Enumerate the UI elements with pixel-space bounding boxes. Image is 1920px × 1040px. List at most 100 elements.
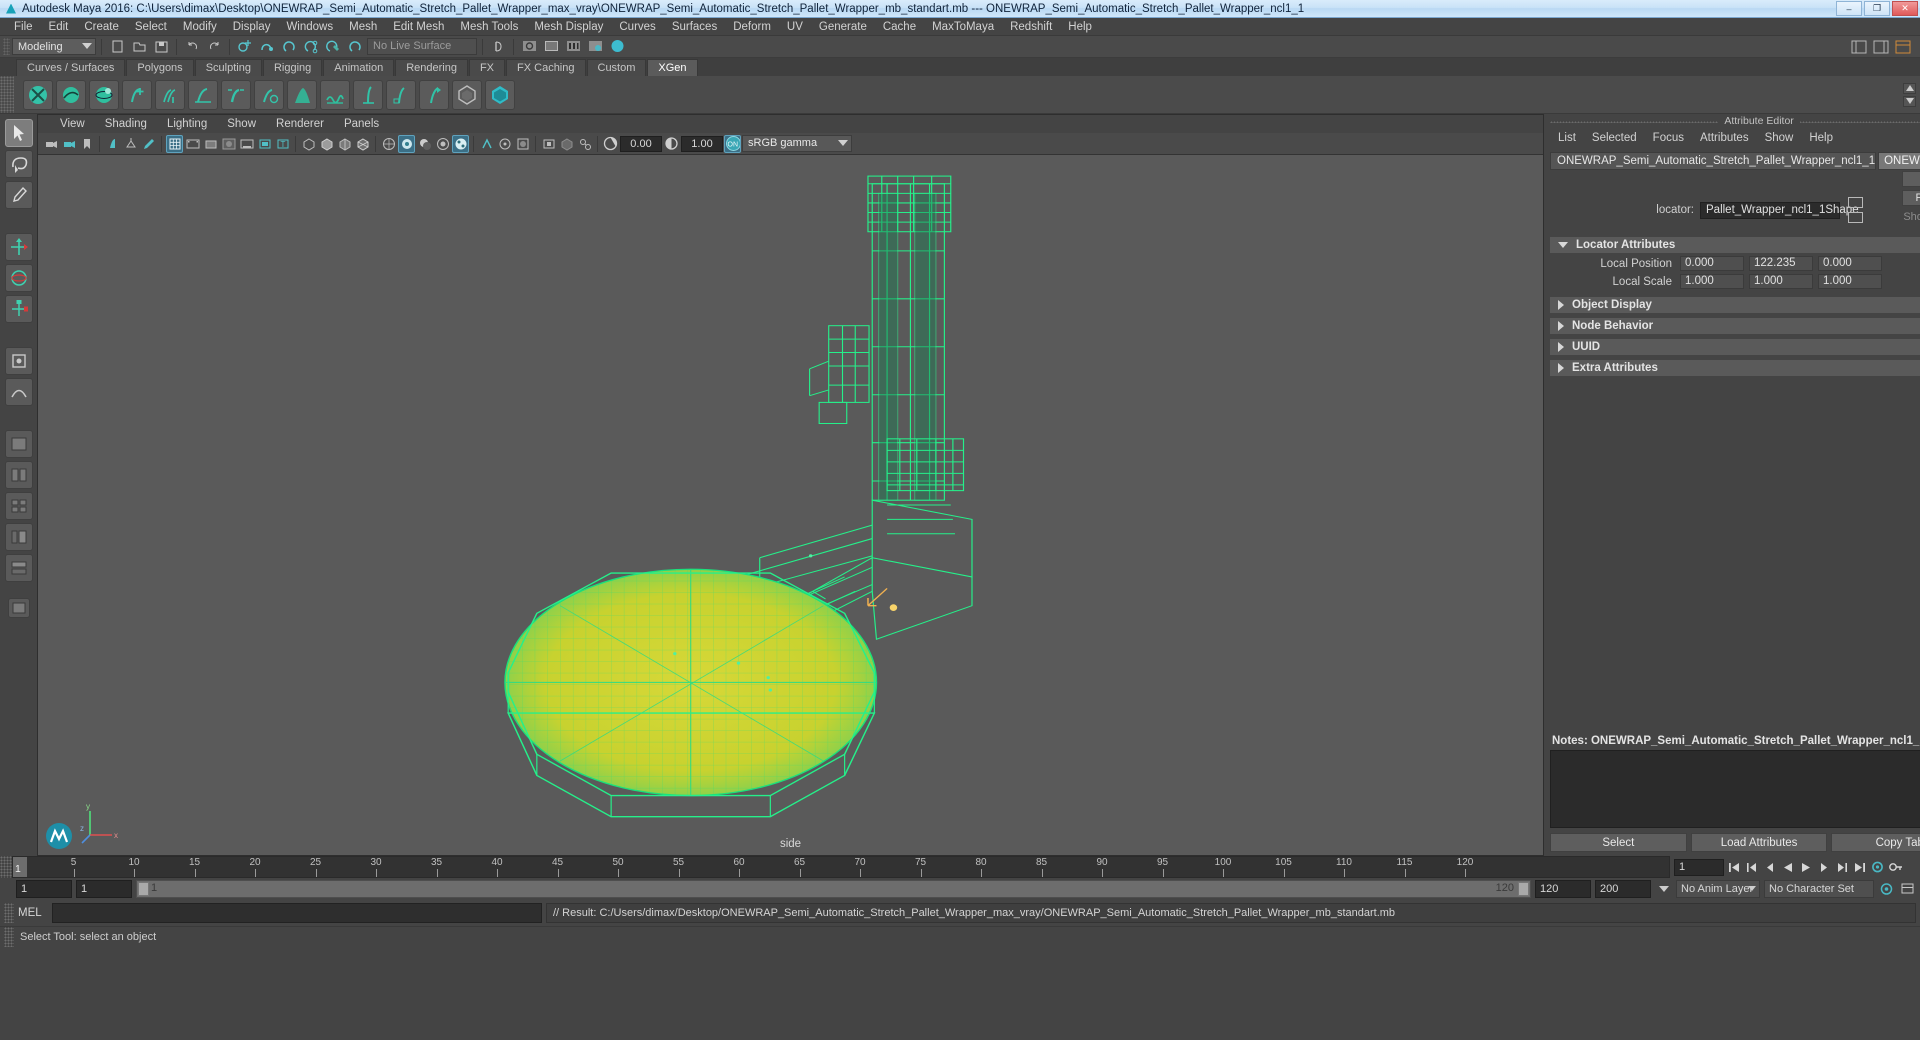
xgen-groom-mask-icon[interactable] xyxy=(254,79,284,110)
layout-four-pane-icon[interactable] xyxy=(4,492,33,520)
help-line-grip[interactable] xyxy=(4,926,14,947)
camera-attributes-icon[interactable] xyxy=(60,135,77,153)
menu-curves[interactable]: Curves xyxy=(611,18,663,36)
xray-joints-icon[interactable] xyxy=(576,135,593,153)
snap-curve-icon[interactable] xyxy=(257,37,277,56)
ae-menu-show[interactable]: Show xyxy=(1757,132,1802,144)
sidebar-toggle-outliner-icon[interactable] xyxy=(1849,37,1869,56)
play-forwards-icon[interactable] xyxy=(1797,858,1814,876)
gate-mask-icon[interactable] xyxy=(220,135,237,153)
shelf-tab-xgen[interactable]: XGen xyxy=(647,59,698,76)
gamma-value[interactable]: 1.00 xyxy=(681,135,723,152)
section-object-display[interactable]: Object Display xyxy=(1550,297,1920,313)
menu-windows[interactable]: Windows xyxy=(278,18,341,36)
xgen-clump-icon[interactable] xyxy=(287,79,317,110)
range-max-field[interactable]: 200 xyxy=(1595,880,1651,898)
menu-surfaces[interactable]: Surfaces xyxy=(664,18,725,36)
xgen-guide-create-icon[interactable] xyxy=(353,79,383,110)
viewport-menu-panels[interactable]: Panels xyxy=(334,118,389,130)
minimize-button[interactable]: – xyxy=(1836,1,1862,16)
menu-display[interactable]: Display xyxy=(225,18,279,36)
range-handle-end[interactable] xyxy=(1518,882,1529,896)
menu-maxtomaya[interactable]: MaxToMaya xyxy=(924,18,1002,36)
menu-cache[interactable]: Cache xyxy=(875,18,924,36)
shelf-grip[interactable] xyxy=(0,76,14,113)
menu-create[interactable]: Create xyxy=(76,18,127,36)
step-forward-frame-icon[interactable] xyxy=(1815,858,1832,876)
menu-uv[interactable]: UV xyxy=(779,18,811,36)
undo-icon[interactable] xyxy=(182,37,202,56)
new-scene-icon[interactable] xyxy=(107,37,127,56)
shelf-tab-curves-surfaces[interactable]: Curves / Surfaces xyxy=(16,59,126,76)
range-dropdown-icon[interactable] xyxy=(1655,880,1672,898)
shadows-icon[interactable] xyxy=(416,135,433,153)
command-input-field[interactable] xyxy=(52,903,542,923)
layout-two-pane-icon[interactable] xyxy=(4,461,33,489)
grease-pencil-icon[interactable] xyxy=(140,135,157,153)
snap-point-icon[interactable] xyxy=(279,37,299,56)
go-to-start-icon[interactable] xyxy=(1725,858,1742,876)
hypershade-icon[interactable] xyxy=(607,37,627,56)
animation-prefs-icon[interactable] xyxy=(1878,880,1895,898)
animation-preferences-icon[interactable] xyxy=(1869,858,1886,876)
xgen-render-icon[interactable] xyxy=(485,79,515,110)
section-uuid[interactable]: UUID xyxy=(1550,339,1920,355)
xgen-spline-icon[interactable] xyxy=(56,79,86,110)
lasso-tool-icon[interactable] xyxy=(4,150,33,178)
go-to-end-icon[interactable] xyxy=(1851,858,1868,876)
time-slider-grip[interactable] xyxy=(0,856,12,878)
sidebar-toggle-attribute-editor-icon[interactable] xyxy=(1871,37,1891,56)
safe-title-icon[interactable]: T xyxy=(274,135,291,153)
menu-edit[interactable]: Edit xyxy=(41,18,77,36)
smooth-shade-selected-icon[interactable] xyxy=(336,135,353,153)
load-attributes-button[interactable]: Load Attributes xyxy=(1690,833,1828,852)
shelf-tab-sculpting[interactable]: Sculpting xyxy=(194,59,262,76)
local-scale-z-field[interactable]: 1.000 xyxy=(1818,274,1882,289)
menu-edit-mesh[interactable]: Edit Mesh xyxy=(385,18,452,36)
select-camera-icon[interactable] xyxy=(42,135,59,153)
select-tool-icon[interactable] xyxy=(4,119,33,147)
menu-redshift[interactable]: Redshift xyxy=(1002,18,1060,36)
time-slider-track[interactable]: 1 5 10 15 20 25 30 35 40 45 50 55 60 65 70 75 80 85 90 95 1… xyxy=(12,856,1670,878)
viewport-menu-lighting[interactable]: Lighting xyxy=(157,118,217,130)
open-scene-icon[interactable] xyxy=(129,37,149,56)
node-tab-secondary[interactable]: ONEWRA xyxy=(1878,152,1920,170)
multisample-aa-icon[interactable] xyxy=(478,135,495,153)
maximize-button[interactable]: ❐ xyxy=(1864,1,1890,16)
local-scale-y-field[interactable]: 1.000 xyxy=(1749,274,1813,289)
ae-menu-focus[interactable]: Focus xyxy=(1645,132,1692,144)
use-all-lights-icon[interactable] xyxy=(398,134,415,153)
range-handle-start[interactable] xyxy=(138,882,149,896)
layout-single-icon[interactable] xyxy=(4,430,33,458)
menu-mesh-display[interactable]: Mesh Display xyxy=(526,18,611,36)
gamma-icon[interactable] xyxy=(663,135,680,153)
xgen-groom-length-icon[interactable] xyxy=(188,79,218,110)
menu-mesh-tools[interactable]: Mesh Tools xyxy=(452,18,526,36)
shelf-tab-fx-caching[interactable]: FX Caching xyxy=(506,59,586,76)
viewport-3d-canvas[interactable]: y x z side xyxy=(38,155,1543,855)
step-back-key-icon[interactable] xyxy=(1743,858,1760,876)
presets-button[interactable]: Presets xyxy=(1902,190,1920,206)
screen-space-ao-icon[interactable] xyxy=(514,135,531,153)
color-management-toggle-icon[interactable]: ON xyxy=(724,134,741,153)
wireframe-shading-icon[interactable] xyxy=(300,135,317,153)
command-line-grip[interactable] xyxy=(4,903,14,923)
rotate-tool-icon[interactable] xyxy=(4,264,33,292)
show-button[interactable]: Show xyxy=(1902,209,1920,225)
isolate-select-icon[interactable] xyxy=(540,135,557,153)
ae-menu-list[interactable]: List xyxy=(1550,132,1584,144)
color-management-selector[interactable]: sRGB gamma xyxy=(742,135,852,152)
sidebar-toggle-channel-box-icon[interactable] xyxy=(1893,37,1913,56)
shelf-tab-fx[interactable]: FX xyxy=(468,59,506,76)
anim-layer-selector[interactable]: No Anim Layer xyxy=(1676,880,1760,898)
menu-select[interactable]: Select xyxy=(127,18,175,36)
xgen-groom-width-icon[interactable] xyxy=(221,79,251,110)
layout-hypershade-icon[interactable] xyxy=(4,554,33,582)
shelf-scroll-down-icon[interactable] xyxy=(1903,95,1916,107)
output-connection-icon[interactable] xyxy=(1848,212,1863,223)
ae-menu-selected[interactable]: Selected xyxy=(1584,132,1645,144)
menu-file[interactable]: File xyxy=(6,18,41,36)
motion-blur-icon[interactable] xyxy=(452,134,469,153)
character-set-selector[interactable]: No Character Set xyxy=(1764,880,1874,898)
ae-menu-help[interactable]: Help xyxy=(1801,132,1841,144)
